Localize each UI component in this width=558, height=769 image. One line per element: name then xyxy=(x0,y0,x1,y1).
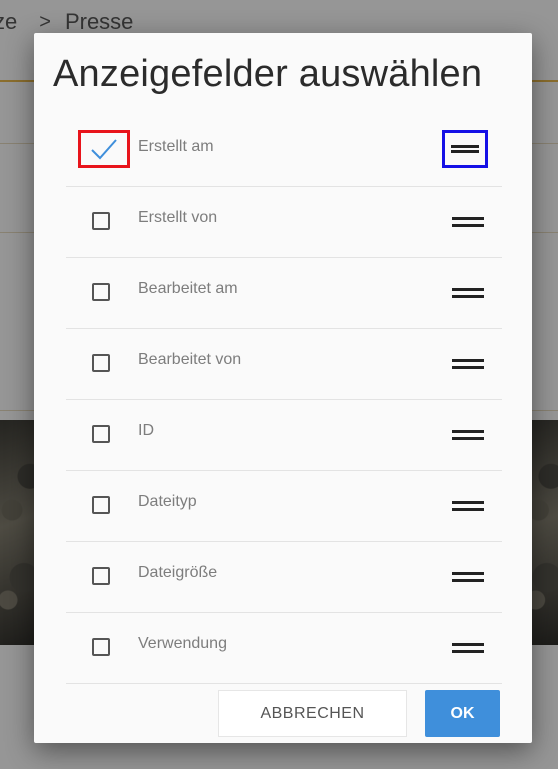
field-checkbox[interactable] xyxy=(92,283,110,301)
field-checkbox[interactable] xyxy=(78,130,130,168)
field-row-erstellt-am[interactable]: Erstellt am xyxy=(66,116,502,187)
field-checkbox[interactable] xyxy=(92,425,110,443)
display-fields-dialog: Anzeigefelder auswählen Erstellt am Erst… xyxy=(34,33,532,743)
dialog-title: Anzeigefelder auswählen xyxy=(53,53,483,95)
field-checkbox[interactable] xyxy=(92,496,110,514)
ok-button[interactable]: OK xyxy=(425,690,500,737)
drag-handle-icon[interactable] xyxy=(452,359,484,369)
field-checkbox[interactable] xyxy=(92,354,110,372)
field-row-dateityp[interactable]: Dateityp xyxy=(66,471,502,542)
field-row-erstellt-von[interactable]: Erstellt von xyxy=(66,187,502,258)
field-row-id[interactable]: ID xyxy=(66,400,502,471)
field-row-verwendung[interactable]: Verwendung xyxy=(66,613,502,684)
field-checkbox[interactable] xyxy=(92,567,110,585)
field-row-dateigroesse[interactable]: Dateigröße xyxy=(66,542,502,613)
cancel-button[interactable]: ABBRECHEN xyxy=(218,690,407,737)
checkmark-icon xyxy=(91,139,117,160)
field-row-bearbeitet-von[interactable]: Bearbeitet von xyxy=(66,329,502,400)
drag-handle-icon[interactable] xyxy=(452,501,484,511)
field-list: Erstellt am Erstellt von Bearbeitet am B… xyxy=(66,116,502,684)
drag-handle-icon[interactable] xyxy=(452,288,484,298)
field-label: Dateityp xyxy=(138,493,197,510)
field-label: Bearbeitet am xyxy=(138,280,238,297)
field-checkbox[interactable] xyxy=(92,212,110,230)
drag-handle-icon[interactable] xyxy=(452,643,484,653)
field-label: Erstellt am xyxy=(138,138,214,155)
drag-handle-icon[interactable] xyxy=(442,130,488,168)
drag-handle-icon[interactable] xyxy=(452,430,484,440)
field-label: Erstellt von xyxy=(138,209,218,226)
drag-handle-icon[interactable] xyxy=(452,572,484,582)
field-checkbox[interactable] xyxy=(92,638,110,656)
field-label: Bearbeitet von xyxy=(138,351,242,368)
field-label: ID xyxy=(138,422,154,439)
field-row-bearbeitet-am[interactable]: Bearbeitet am xyxy=(66,258,502,329)
field-label: Dateigröße xyxy=(138,564,218,581)
drag-handle-icon[interactable] xyxy=(452,217,484,227)
field-label: Verwendung xyxy=(138,635,227,652)
